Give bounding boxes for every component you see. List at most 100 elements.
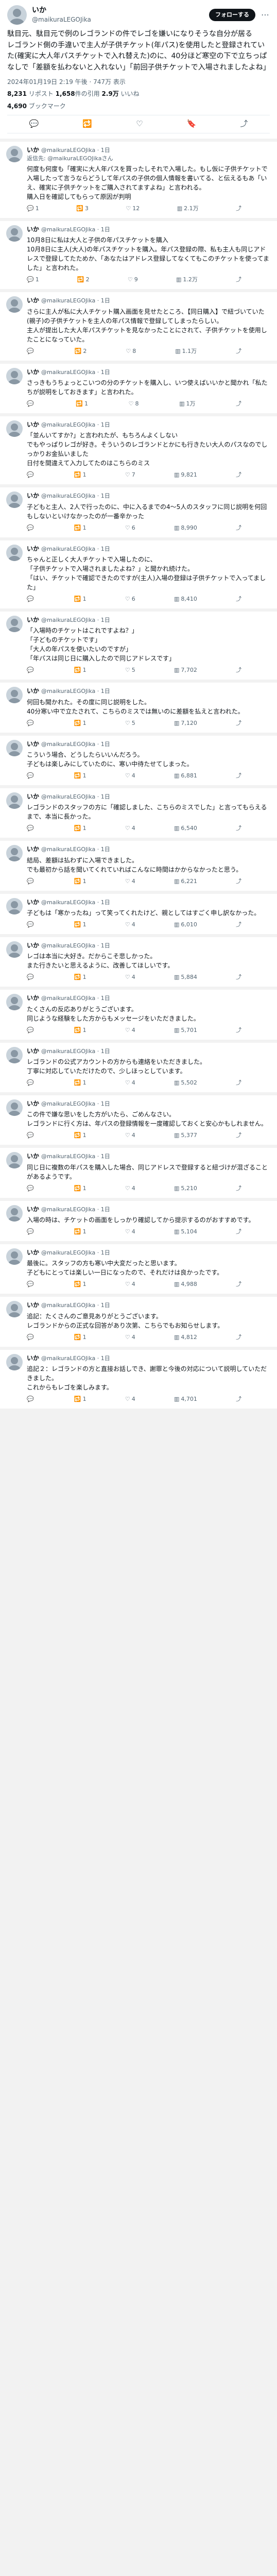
views-button[interactable]: ▥ 4,701 [174,1395,197,1403]
avatar[interactable] [6,1301,23,1318]
display-name[interactable]: いか [27,616,39,624]
retweet-button[interactable]: 🔁 3 [76,205,89,213]
share-button[interactable]: ⤴ [236,524,241,532]
display-name[interactable]: いか [27,296,39,305]
display-name[interactable]: いか [27,492,39,500]
display-name[interactable]: いか [27,898,39,907]
avatar[interactable] [6,941,23,958]
like-button[interactable]: ♡ 4 [125,1026,135,1035]
reply-tweet[interactable]: いか @maikuraLEGOJika · 1日 追記：たくさんのご意見ありがとうご… [0,1297,277,1347]
reply-tweet[interactable]: いか @maikuraLEGOJika · 1日 「並んいてすか?」と言われたが、も… [0,416,277,485]
retweet-button[interactable]: 🔁 1 [74,973,86,981]
retweet-button[interactable]: 🔁 1 [76,400,88,408]
more-icon[interactable]: ⋯ [261,9,270,21]
retweet-button[interactable]: 🔁 1 [74,824,86,833]
avatar[interactable] [6,544,23,561]
share-button[interactable]: ⤴ [236,1395,241,1403]
like-button[interactable]: ♡ 4 [125,1079,135,1087]
reply-button[interactable]: 💬 [27,1079,36,1087]
retweet-count[interactable]: 8,231 [7,90,27,97]
views-button[interactable]: ▥ 1万 [179,400,195,408]
display-name[interactable]: いか [27,1099,39,1108]
like-button[interactable]: ♡ 4 [125,877,135,886]
retweet-button[interactable]: 🔁 1 [74,595,86,603]
avatar[interactable] [6,1353,23,1370]
share-button[interactable]: ⤴ [236,471,241,479]
like-button[interactable]: ♡ 4 [125,1131,135,1140]
views-button[interactable]: ▥ 5,104 [174,1228,197,1236]
like-button[interactable]: ♡ 4 [125,921,135,929]
share-button[interactable]: ⤴ [236,973,241,981]
handle[interactable]: @maikuraLEGOJika · 1日 [41,845,110,854]
bookmark-icon[interactable]: 🔖 [187,118,197,130]
avatar[interactable] [6,420,23,437]
handle[interactable]: @maikuraLEGOJika · 1日 [41,1249,110,1257]
views-button[interactable]: ▥ 1.2万 [176,276,198,284]
like-button[interactable]: ♡ 8 [129,400,139,408]
reply-button[interactable]: 💬 [27,877,36,886]
reply-button[interactable]: 💬 [27,1333,36,1342]
like-button[interactable]: ♡ 5 [125,666,135,674]
reply-to[interactable]: 返信先: @maikuraLEGOJikaさん [27,155,271,163]
retweet-button[interactable]: 🔁 2 [75,347,87,355]
display-name[interactable]: いか [27,687,39,696]
like-button[interactable]: ♡ 4 [125,1395,135,1403]
views-button[interactable]: ▥ 6,010 [174,921,197,929]
share-button[interactable]: ⤴ [236,1228,241,1236]
reply-button[interactable]: 💬 [27,595,36,603]
reply-tweet[interactable]: いか @maikuraLEGOJika · 1日 こういう場合、どうしたらいいんだろ… [0,735,277,785]
handle[interactable]: @maikuraLEGOJika · 1日 [41,793,110,801]
display-name[interactable]: いか [27,1152,39,1161]
retweet-button[interactable]: 🔁 1 [74,921,86,929]
reply-tweet[interactable]: いか @maikuraLEGOJika · 1日 入場の時は、チケットの画面をしっか… [0,1200,277,1241]
reply-tweet[interactable]: いか @maikuraLEGOJika · 1日 この件で嫌な思いをした方がいたら、… [0,1095,277,1145]
display-name[interactable]: いか [27,845,39,854]
avatar[interactable] [6,687,23,704]
like-count[interactable]: 2.9万 [101,90,118,97]
reply-tweet[interactable]: いか @maikuraLEGOJika · 1日 さらに主人が私に大人チケット購入画… [0,292,277,361]
retweet-button[interactable]: 🔁 1 [74,524,86,532]
views-button[interactable]: ▥ 6,221 [174,877,197,886]
views-button[interactable]: ▥ 6,540 [174,824,197,833]
avatar[interactable] [6,1046,23,1063]
display-name[interactable]: いか [27,792,39,801]
views-button[interactable]: ▥ 5,502 [174,1079,197,1087]
avatar[interactable] [6,1205,23,1222]
handle[interactable]: @maikuraLEGOJika · 1日 [41,146,110,155]
reply-button[interactable]: 💬 [27,400,36,408]
reply-button[interactable]: 💬 1 [27,276,39,284]
reply-button[interactable]: 💬 [27,1026,36,1035]
avatar[interactable] [6,1152,23,1169]
reply-button[interactable]: 💬 [27,1131,36,1140]
display-name[interactable]: いか [27,740,39,749]
reply-tweet[interactable]: いか @maikuraLEGOJika · 1日 レゴランドのスタッフの方に「確認し… [0,788,277,838]
views-button[interactable]: ▥ 5,701 [174,1026,197,1035]
reply-button[interactable]: 💬 [27,719,36,727]
avatar[interactable] [6,225,23,242]
like-button[interactable]: ♡ 9 [128,276,138,284]
like-button[interactable]: ♡ 4 [125,772,135,780]
share-button[interactable]: ⤴ [236,1280,241,1289]
bookmark-count[interactable]: 4,690 [7,103,27,110]
retweet-button[interactable]: 🔁 1 [74,719,86,727]
handle[interactable]: @maikuraLEGOJika · 1日 [41,616,110,624]
display-name[interactable]: いか [27,225,39,234]
reply-tweet[interactable]: いか @maikuraLEGOJika · 1日 何回も聞かれた。その度に同じ説明を… [0,683,277,733]
share-button[interactable]: ⤴ [236,347,241,355]
like-button[interactable]: ♡ 4 [125,824,135,833]
views-button[interactable]: ▥ 7,120 [174,719,197,727]
handle[interactable]: @maikuraLEGOJika · 1日 [41,421,110,429]
like-button[interactable]: ♡ 7 [125,471,135,479]
handle[interactable]: @maikuraLEGOJika · 1日 [41,1206,110,1214]
retweet-button[interactable]: 🔁 1 [74,1131,86,1140]
reply-button[interactable]: 💬 [27,1395,36,1403]
reply-tweet[interactable]: いか @maikuraLEGOJika · 1日 子どもは「寒かったね」って笑ってく… [0,893,277,934]
avatar[interactable] [7,5,27,25]
avatar[interactable] [6,1099,23,1116]
avatar[interactable] [6,792,23,809]
share-button[interactable]: ⤴ [236,824,241,833]
share-button[interactable]: ⤴ [236,1131,241,1140]
avatar[interactable] [6,296,23,313]
reply-button[interactable]: 💬 [27,973,36,981]
share-button[interactable]: ⤴ [236,921,241,929]
